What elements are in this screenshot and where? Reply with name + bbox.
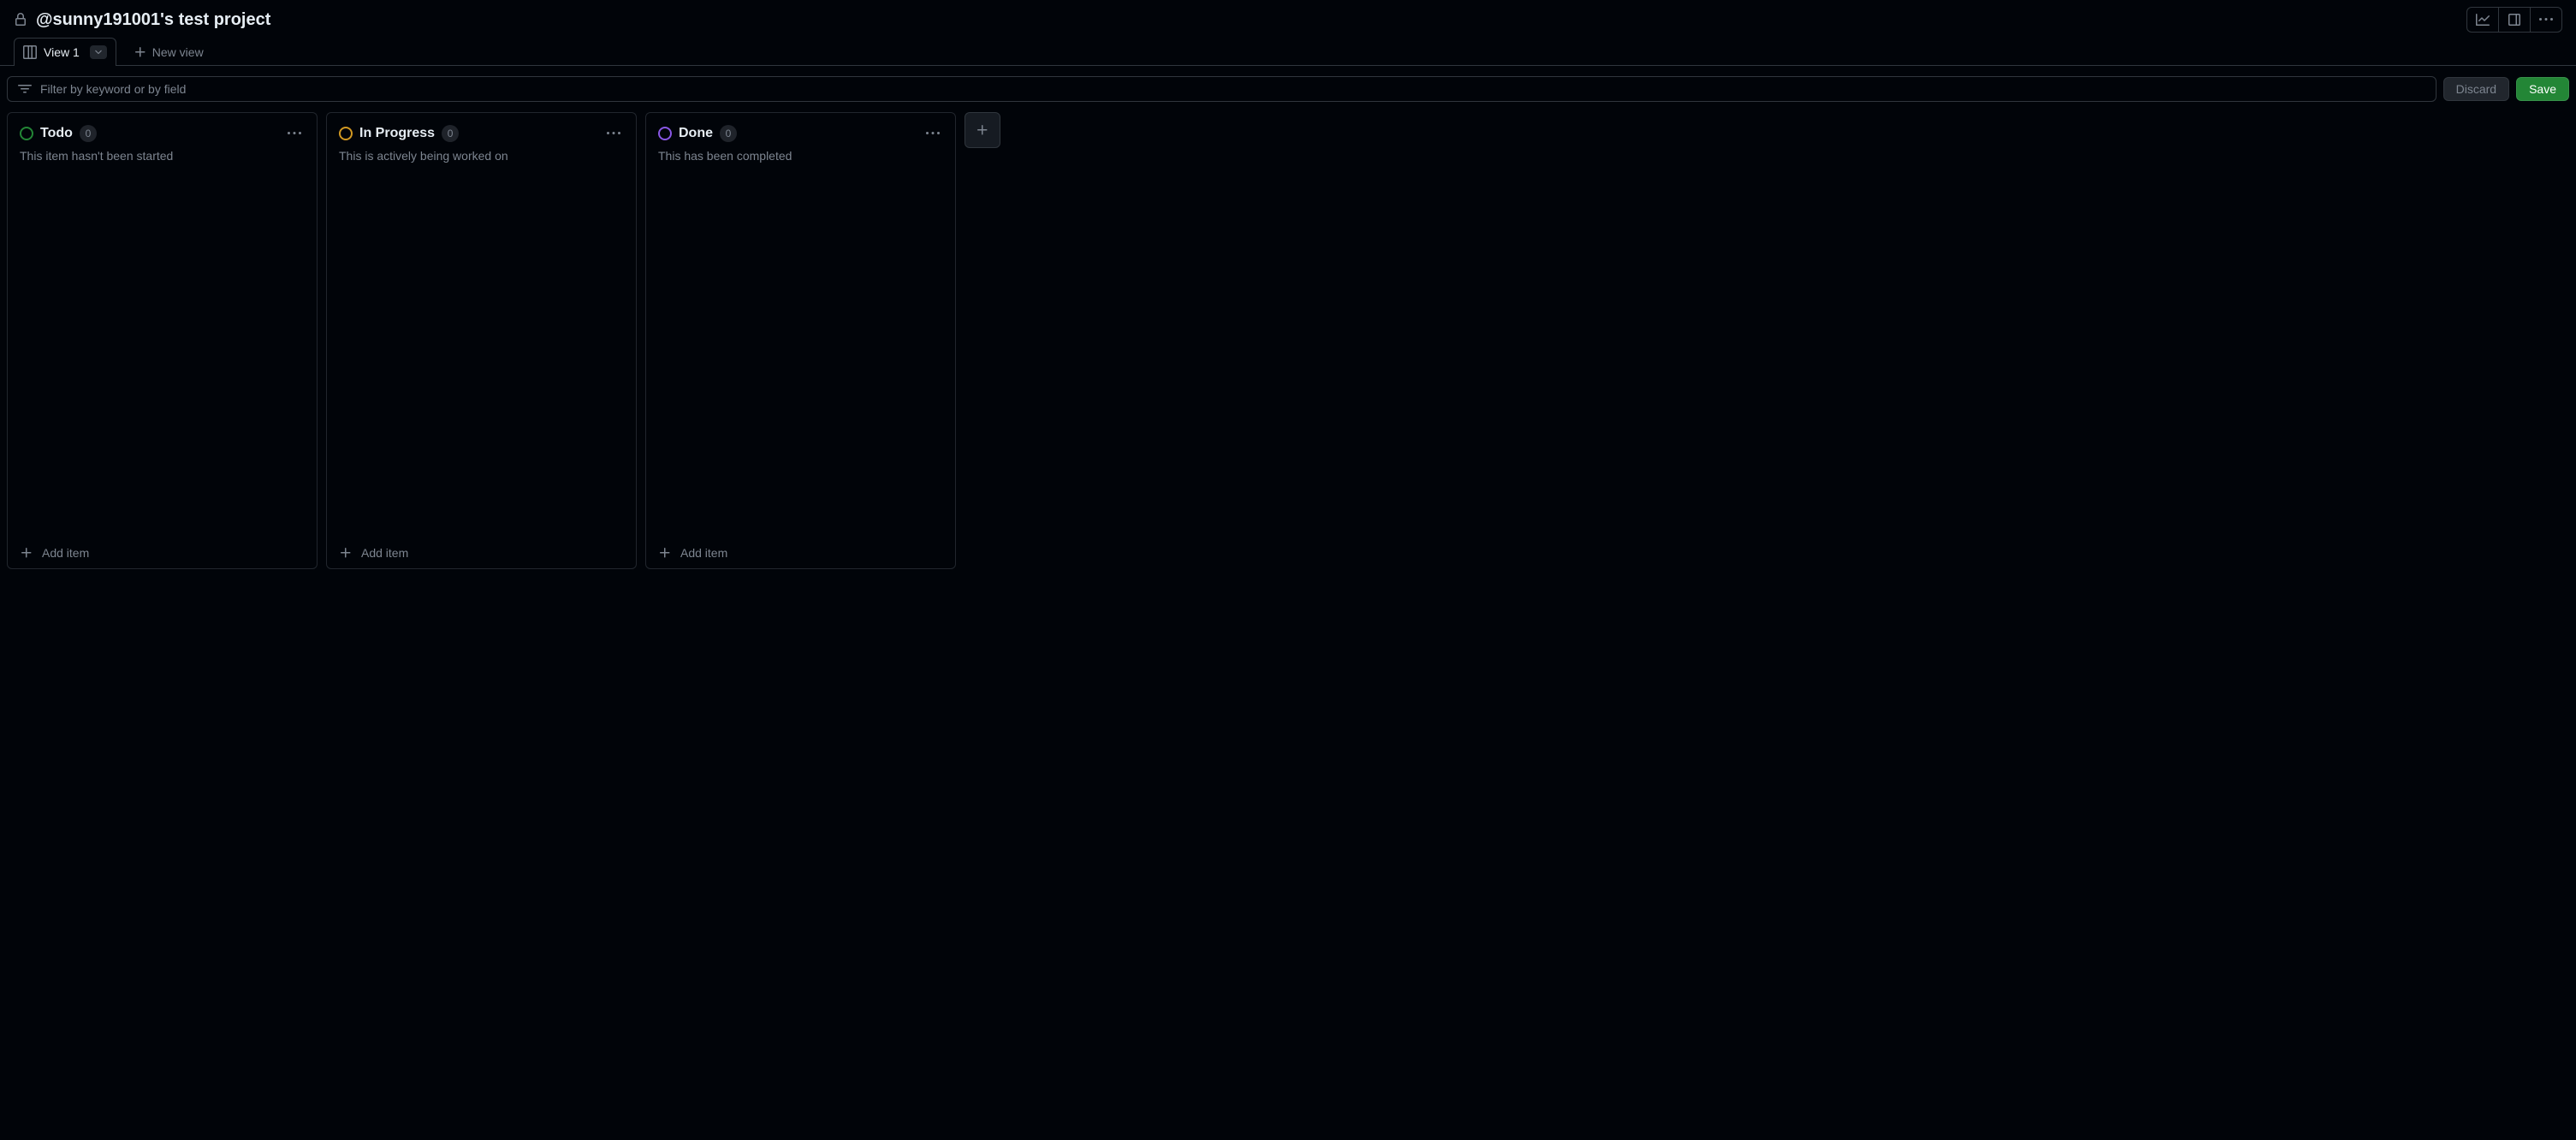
panel-button[interactable] bbox=[2499, 8, 2531, 32]
plus-icon bbox=[976, 123, 989, 137]
column-menu-button[interactable] bbox=[923, 123, 943, 144]
column-count: 0 bbox=[720, 125, 737, 142]
column-menu-button[interactable] bbox=[603, 123, 624, 144]
column-description: This is actively being worked on bbox=[327, 147, 636, 171]
plus-icon bbox=[658, 546, 672, 560]
board-icon bbox=[23, 45, 37, 59]
kebab-icon bbox=[288, 127, 301, 140]
filter-input-wrap[interactable] bbox=[7, 76, 2437, 102]
plus-icon bbox=[134, 45, 147, 59]
save-button[interactable]: Save bbox=[2516, 77, 2569, 101]
column-header: Done 0 bbox=[646, 113, 955, 147]
add-item-button[interactable]: Add item bbox=[646, 537, 955, 568]
column-title[interactable]: In Progress bbox=[359, 126, 435, 141]
column-header-left: Done 0 bbox=[658, 125, 737, 142]
column-header-left: In Progress 0 bbox=[339, 125, 459, 142]
more-options-button[interactable] bbox=[2531, 8, 2561, 32]
column-title[interactable]: Todo bbox=[40, 126, 73, 141]
chevron-down-icon bbox=[93, 47, 104, 57]
add-item-label: Add item bbox=[42, 546, 89, 560]
column-count: 0 bbox=[80, 125, 97, 142]
column-header: In Progress 0 bbox=[327, 113, 636, 147]
add-item-label: Add item bbox=[361, 546, 408, 560]
kebab-icon bbox=[607, 127, 620, 140]
column-description: This has been completed bbox=[646, 147, 955, 171]
page-title[interactable]: @sunny191001's test project bbox=[36, 10, 270, 30]
tabs-row: View 1 New view bbox=[0, 33, 2576, 66]
add-item-button[interactable]: Add item bbox=[8, 537, 317, 568]
lock-icon bbox=[14, 13, 27, 27]
filter-input[interactable] bbox=[40, 82, 2425, 96]
header-actions bbox=[2466, 7, 2562, 33]
column-header: Todo 0 bbox=[8, 113, 317, 147]
plus-icon bbox=[20, 546, 33, 560]
new-view-button[interactable]: New view bbox=[123, 39, 214, 66]
new-view-label: New view bbox=[152, 45, 204, 59]
plus-icon bbox=[339, 546, 353, 560]
column-body[interactable] bbox=[327, 171, 636, 537]
kebab-icon bbox=[2539, 13, 2553, 27]
kebab-icon bbox=[926, 127, 940, 140]
sidebar-expand-icon bbox=[2508, 13, 2521, 27]
tab-view-1[interactable]: View 1 bbox=[14, 38, 116, 66]
filter-icon bbox=[18, 82, 32, 96]
graph-icon bbox=[2476, 13, 2490, 27]
insights-button[interactable] bbox=[2467, 8, 2499, 32]
status-circle-icon bbox=[339, 127, 353, 140]
column-in-progress: In Progress 0 This is actively being wor… bbox=[326, 112, 637, 569]
column-title[interactable]: Done bbox=[679, 126, 713, 141]
tab-options-button[interactable] bbox=[90, 45, 107, 59]
column-todo: Todo 0 This item hasn't been started Add… bbox=[7, 112, 318, 569]
discard-button[interactable]: Discard bbox=[2443, 77, 2509, 101]
add-item-button[interactable]: Add item bbox=[327, 537, 636, 568]
add-item-label: Add item bbox=[680, 546, 727, 560]
column-done: Done 0 This has been completed Add item bbox=[645, 112, 956, 569]
column-description: This item hasn't been started bbox=[8, 147, 317, 171]
column-body[interactable] bbox=[646, 171, 955, 537]
board: Todo 0 This item hasn't been started Add… bbox=[0, 112, 2576, 576]
project-header: @sunny191001's test project bbox=[0, 0, 2576, 33]
title-wrap: @sunny191001's test project bbox=[14, 10, 270, 30]
column-header-left: Todo 0 bbox=[20, 125, 97, 142]
tab-label: View 1 bbox=[44, 45, 80, 59]
filter-row: Discard Save bbox=[0, 66, 2576, 112]
column-count: 0 bbox=[442, 125, 459, 142]
column-body[interactable] bbox=[8, 171, 317, 537]
status-circle-icon bbox=[658, 127, 672, 140]
add-column-button[interactable] bbox=[965, 112, 1000, 148]
status-circle-icon bbox=[20, 127, 33, 140]
column-menu-button[interactable] bbox=[284, 123, 305, 144]
